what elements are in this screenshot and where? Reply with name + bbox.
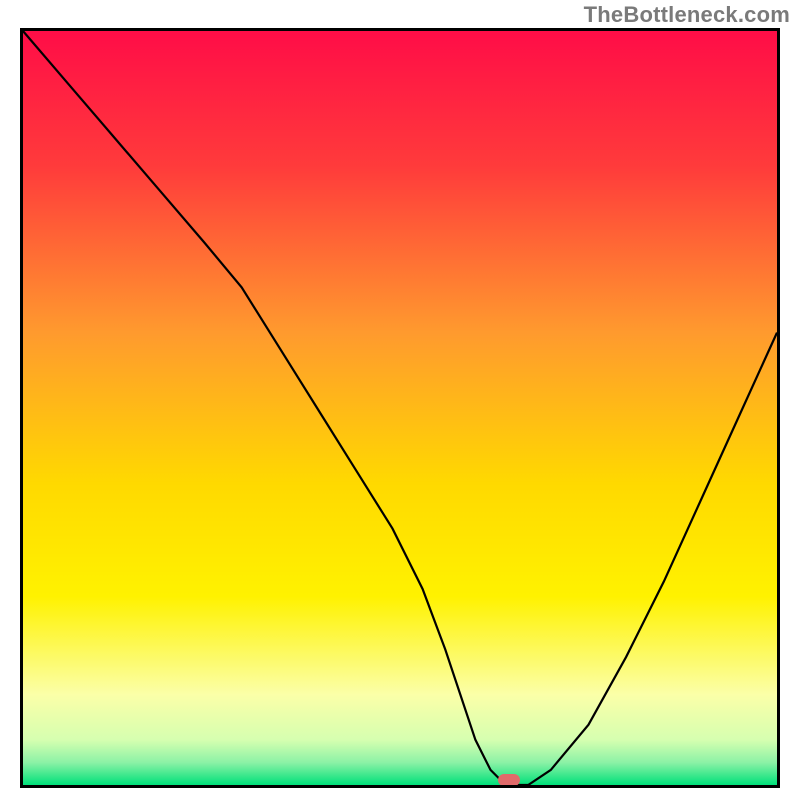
bottleneck-curve-path <box>23 31 777 785</box>
chart-curve-svg <box>23 31 777 785</box>
plot-area <box>20 28 780 788</box>
min-point-marker <box>498 774 520 786</box>
watermark-text: TheBottleneck.com <box>584 2 790 28</box>
